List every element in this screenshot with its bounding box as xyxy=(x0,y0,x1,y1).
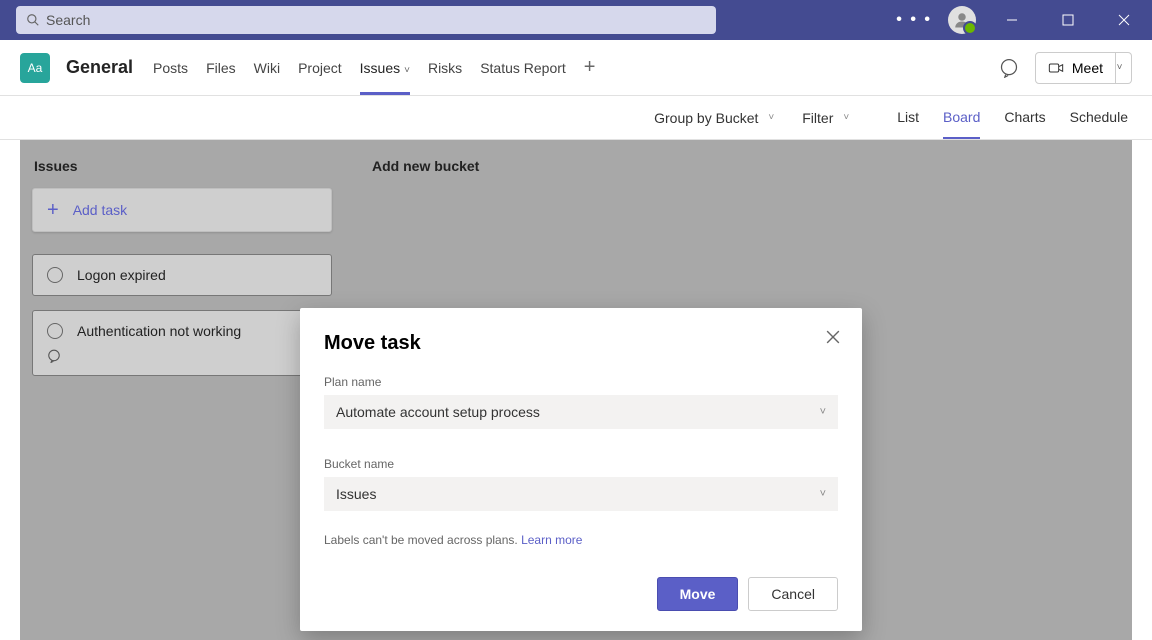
tab-issues[interactable]: Issues ˅ xyxy=(360,42,410,94)
window-close[interactable] xyxy=(1104,0,1144,40)
meet-label: Meet xyxy=(1072,60,1103,76)
meet-button[interactable]: Meet xyxy=(1035,52,1116,84)
move-button[interactable]: Move xyxy=(657,577,739,611)
dialog-title: Move task xyxy=(324,332,838,355)
close-button[interactable] xyxy=(826,330,840,349)
bucket-name-select[interactable]: Issues ˅ xyxy=(324,477,838,511)
filter-dropdown[interactable]: Filter ˅ xyxy=(802,110,849,126)
move-task-dialog: Move task Plan name Automate account set… xyxy=(300,308,862,631)
note-text: Labels can't be moved across plans. xyxy=(324,533,521,547)
task-title: Logon expired xyxy=(77,267,166,283)
chat-icon[interactable] xyxy=(999,58,1019,78)
add-bucket-button[interactable]: Add new bucket xyxy=(372,152,672,180)
tab-posts[interactable]: Posts xyxy=(153,42,188,94)
channel-header: Aa General Posts Files Wiki Project Issu… xyxy=(0,40,1152,96)
group-by-dropdown[interactable]: Group by Bucket ˅ xyxy=(654,110,774,126)
window-minimize[interactable] xyxy=(992,0,1032,40)
plan-name-select[interactable]: Automate account setup process ˅ xyxy=(324,395,838,429)
group-by-label: Group by Bucket xyxy=(654,110,758,126)
tab-risks[interactable]: Risks xyxy=(428,42,462,94)
avatar[interactable] xyxy=(948,6,976,34)
search-input[interactable]: Search xyxy=(16,6,716,34)
filter-bar: Group by Bucket ˅ Filter ˅ List Board Ch… xyxy=(0,96,1152,140)
search-icon xyxy=(26,13,40,27)
channel-name: General xyxy=(66,57,133,78)
bucket-title: Issues xyxy=(32,152,332,188)
channel-tabs: Posts Files Wiki Project Issues ˅ Risks S… xyxy=(153,42,595,94)
close-icon xyxy=(826,330,840,344)
tab-files[interactable]: Files xyxy=(206,42,236,94)
cancel-button[interactable]: Cancel xyxy=(748,577,838,611)
tab-wiki[interactable]: Wiki xyxy=(254,42,280,94)
add-tab-button[interactable]: + xyxy=(584,56,596,79)
more-icon[interactable]: • • • xyxy=(896,11,932,29)
add-task-label: Add task xyxy=(73,202,127,218)
person-icon xyxy=(953,11,971,29)
chevron-down-icon: ˅ xyxy=(768,112,774,123)
dialog-note: Labels can't be moved across plans. Lear… xyxy=(324,533,838,547)
task-card[interactable]: Logon expired xyxy=(32,254,332,296)
view-schedule[interactable]: Schedule xyxy=(1070,109,1128,126)
complete-circle-icon[interactable] xyxy=(47,267,63,283)
complete-circle-icon[interactable] xyxy=(47,323,63,339)
comment-icon xyxy=(47,349,61,363)
channel-icon: Aa xyxy=(20,53,50,83)
meet-dropdown[interactable]: ˅ xyxy=(1108,52,1132,84)
video-icon xyxy=(1048,60,1064,76)
plan-name-value: Automate account setup process xyxy=(336,404,540,420)
tab-project[interactable]: Project xyxy=(298,42,342,94)
tab-status-report[interactable]: Status Report xyxy=(480,42,566,94)
tab-issues-label: Issues xyxy=(360,60,400,76)
bucket-name-label: Bucket name xyxy=(324,457,838,471)
titlebar: Search • • • xyxy=(0,0,1152,40)
task-title: Authentication not working xyxy=(77,323,241,339)
bucket-name-value: Issues xyxy=(336,486,376,502)
learn-more-link[interactable]: Learn more xyxy=(521,533,582,547)
plus-icon: + xyxy=(47,199,59,222)
view-board[interactable]: Board xyxy=(943,109,980,139)
chevron-down-icon: ˅ xyxy=(404,65,410,76)
window-maximize[interactable] xyxy=(1048,0,1088,40)
chevron-down-icon: ˅ xyxy=(843,112,849,123)
bucket-column: Issues + Add task Logon expired Authenti… xyxy=(32,152,332,640)
search-placeholder: Search xyxy=(46,12,90,28)
add-task-button[interactable]: + Add task xyxy=(32,188,332,232)
filter-label: Filter xyxy=(802,110,833,126)
task-card[interactable]: Authentication not working xyxy=(32,310,332,376)
chevron-down-icon: ˅ xyxy=(820,406,826,418)
plan-name-label: Plan name xyxy=(324,375,838,389)
chevron-down-icon: ˅ xyxy=(820,488,826,500)
view-charts[interactable]: Charts xyxy=(1004,109,1045,126)
view-list[interactable]: List xyxy=(897,109,919,126)
